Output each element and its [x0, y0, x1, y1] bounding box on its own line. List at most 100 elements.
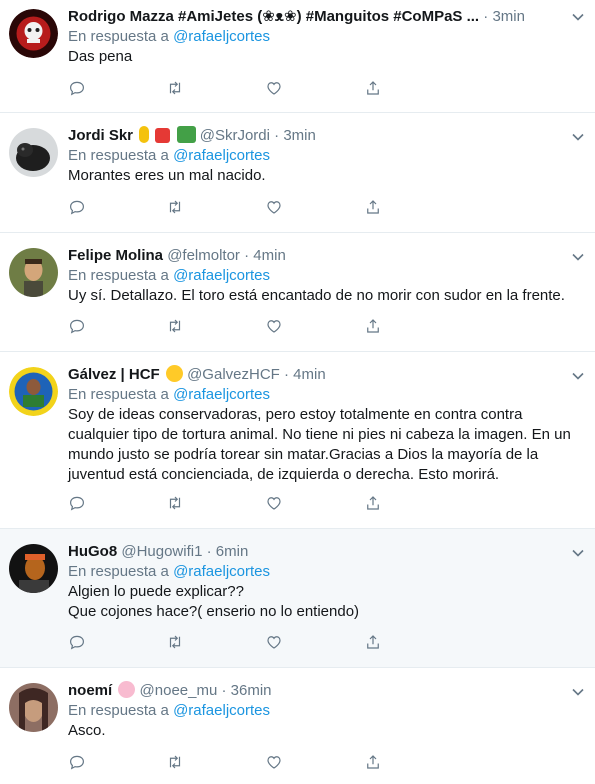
tweet[interactable]: HuGo8 @Hugowifi1 · 6min En respuesta a @… — [0, 529, 595, 668]
share-icon[interactable] — [364, 198, 384, 218]
tweet-text-line: cualquier tipo de tortura animal. No tie… — [68, 426, 571, 443]
like-icon[interactable] — [265, 79, 285, 99]
reply-mention-link[interactable]: @rafaeljcortes — [173, 267, 270, 284]
retweet-icon[interactable] — [166, 198, 186, 218]
separator-dot: · — [206, 543, 212, 560]
reply-mention-link[interactable]: @rafaeljcortes — [173, 386, 270, 403]
user-handle[interactable]: @felmoltor — [167, 247, 240, 264]
tweet-actions — [68, 494, 388, 514]
display-name[interactable]: Jordi Skr — [68, 127, 133, 144]
cherry-blossom-icon — [118, 681, 136, 698]
reply-icon[interactable] — [68, 494, 88, 514]
tweet[interactable]: Felipe Molina @felmoltor · 4min En respu… — [0, 233, 595, 352]
reply-icon[interactable] — [68, 633, 88, 653]
avatar[interactable] — [9, 544, 58, 593]
share-icon[interactable] — [364, 494, 384, 514]
reply-prefix: En respuesta a — [68, 267, 169, 284]
tweet-text: Das pena — [68, 47, 581, 67]
timestamp[interactable]: 4min — [253, 247, 286, 264]
reply-icon[interactable] — [68, 753, 88, 773]
tweet-text-line: Soy de ideas conservadoras, pero estoy t… — [68, 406, 523, 423]
reply-prefix: En respuesta a — [68, 702, 169, 719]
reply-prefix: En respuesta a — [68, 386, 169, 403]
chevron-down-icon[interactable] — [571, 685, 585, 699]
reply-feed: Rodrigo Mazza #AmiJetes (❀ᴥ❀) #Manguitos… — [0, 0, 595, 784]
tweet-text-line: Uy sí. Detallazo. El toro está encantado… — [68, 287, 565, 304]
timestamp[interactable]: 4min — [293, 366, 326, 383]
separator-dot: · — [284, 366, 289, 383]
retweet-icon[interactable] — [166, 79, 186, 99]
display-name[interactable]: Felipe Molina — [68, 247, 163, 264]
tweet[interactable]: Gálvez | HCF @GalvezHCF · 4min En respue… — [0, 352, 595, 529]
like-icon[interactable] — [265, 198, 285, 218]
money-icon — [176, 126, 196, 143]
reply-context: En respuesta a @rafaeljcortes — [68, 385, 581, 405]
like-icon[interactable] — [265, 633, 285, 653]
reply-mention-link[interactable]: @rafaeljcortes — [173, 702, 270, 719]
timestamp[interactable]: 3min — [492, 8, 525, 25]
reply-icon[interactable] — [68, 317, 88, 337]
separator-dot: · — [244, 247, 250, 264]
tweet[interactable]: Rodrigo Mazza #AmiJetes (❀ᴥ❀) #Manguitos… — [0, 0, 595, 113]
tweet-text: Morantes eres un mal nacido. — [68, 166, 581, 186]
reply-mention-link[interactable]: @rafaeljcortes — [173, 563, 270, 580]
tweet[interactable]: Jordi Skr @SkrJordi · 3min En respuesta … — [0, 113, 595, 233]
reply-icon[interactable] — [68, 79, 88, 99]
reply-context: En respuesta a @rafaeljcortes — [68, 266, 581, 286]
user-handle[interactable]: @noee_mu — [140, 682, 218, 699]
reply-context: En respuesta a @rafaeljcortes — [68, 146, 581, 166]
tweet-actions — [68, 198, 388, 218]
like-icon[interactable] — [265, 753, 285, 773]
avatar[interactable] — [9, 367, 58, 416]
like-icon[interactable] — [265, 317, 285, 337]
ribbon-icon — [139, 126, 150, 143]
share-icon[interactable] — [364, 633, 384, 653]
chevron-down-icon[interactable] — [571, 250, 585, 264]
tweet-text-line: mundo justo se podría torear sin matar.G… — [68, 446, 539, 463]
avatar[interactable] — [9, 128, 58, 177]
chevron-down-icon[interactable] — [571, 369, 585, 383]
reply-context: En respuesta a @rafaeljcortes — [68, 27, 581, 47]
tweet-actions — [68, 633, 388, 653]
user-handle[interactable]: @GalvezHCF — [187, 366, 280, 383]
reply-mention-link[interactable]: @rafaeljcortes — [173, 147, 270, 164]
retweet-icon[interactable] — [166, 317, 186, 337]
separator-dot: · — [483, 8, 489, 25]
shush-face-icon — [165, 365, 183, 382]
user-handle[interactable]: @SkrJordi — [200, 127, 270, 144]
like-icon[interactable] — [265, 494, 285, 514]
display-name[interactable]: HuGo8 — [68, 543, 117, 560]
retweet-icon[interactable] — [166, 753, 186, 773]
retweet-icon[interactable] — [166, 494, 186, 514]
timestamp[interactable]: 3min — [283, 127, 316, 144]
chevron-down-icon[interactable] — [571, 10, 585, 24]
avatar[interactable] — [9, 683, 58, 732]
reply-context: En respuesta a @rafaeljcortes — [68, 562, 581, 582]
share-icon[interactable] — [364, 753, 384, 773]
chevron-down-icon[interactable] — [571, 546, 585, 560]
timestamp[interactable]: 6min — [216, 543, 249, 560]
tweet-text: Soy de ideas conservadoras, pero estoy t… — [68, 405, 581, 485]
user-handle[interactable]: @Hugowifi1 — [121, 543, 202, 560]
tweet-text: Uy sí. Detallazo. El toro está encantado… — [68, 286, 581, 306]
tweet-actions — [68, 753, 388, 773]
share-icon[interactable] — [364, 317, 384, 337]
display-name[interactable]: Gálvez | HCF — [68, 366, 160, 383]
retweet-icon[interactable] — [166, 633, 186, 653]
display-name[interactable]: noemí — [68, 682, 112, 699]
tweet-actions — [68, 317, 388, 337]
display-name[interactable]: Rodrigo Mazza #AmiJetes (❀ᴥ❀) #Manguitos… — [68, 8, 479, 25]
tweet-actions — [68, 79, 388, 99]
tweet-text: Algien lo puede explicar?? Que cojones h… — [68, 582, 581, 622]
avatar[interactable] — [9, 248, 58, 297]
reply-prefix: En respuesta a — [68, 147, 169, 164]
chevron-down-icon[interactable] — [571, 130, 585, 144]
tweet[interactable]: noemí @noee_mu · 36min En respuesta a @r… — [0, 668, 595, 784]
reply-mention-link[interactable]: @rafaeljcortes — [173, 28, 270, 45]
tweet-text-line: Das pena — [68, 48, 133, 65]
share-icon[interactable] — [364, 79, 384, 99]
reply-icon[interactable] — [68, 198, 88, 218]
avatar[interactable] — [9, 9, 58, 58]
timestamp[interactable]: 36min — [231, 682, 272, 699]
separator-dot: · — [274, 127, 280, 144]
